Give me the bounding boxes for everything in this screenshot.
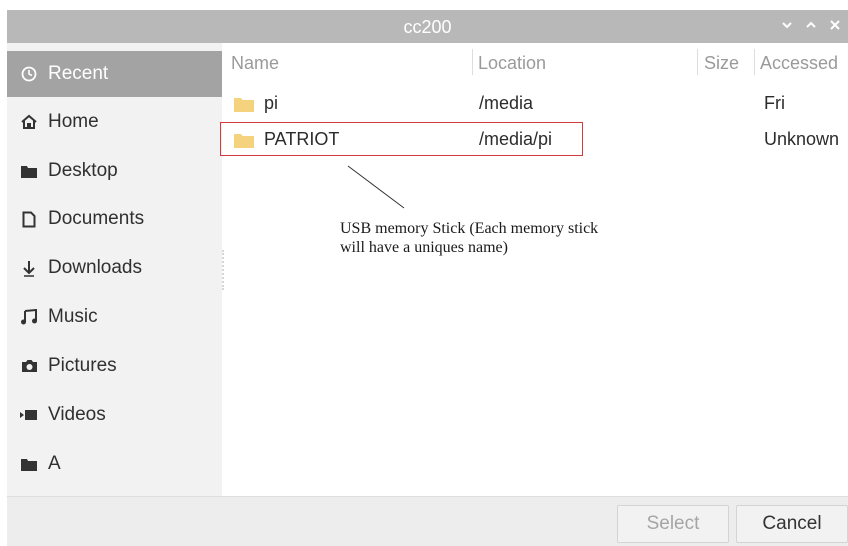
annotation-pointer-line — [347, 165, 405, 209]
file-accessed: Fri — [764, 93, 785, 113]
sidebar-item-label: Pictures — [48, 355, 117, 376]
sidebar-item-videos[interactable]: Videos — [7, 392, 222, 438]
column-header-location[interactable]: Location — [478, 53, 546, 74]
annotation-line: will have a uniques name) — [340, 239, 508, 256]
select-button[interactable]: Select — [617, 505, 729, 543]
download-icon — [20, 259, 38, 277]
column-divider — [754, 49, 755, 75]
sidebar-item-label: Home — [48, 111, 99, 132]
sidebar-item-recent[interactable]: Recent — [7, 51, 222, 97]
column-divider — [697, 49, 698, 75]
sidebar-item-music[interactable]: Music — [7, 294, 222, 340]
document-icon — [20, 210, 38, 228]
sidebar-item-label: A — [48, 453, 61, 474]
annotation-note: USB memory Stick (Each memory stick will… — [340, 219, 660, 257]
sidebar-item-pictures[interactable]: Pictures — [7, 343, 222, 389]
folder-icon — [20, 455, 38, 473]
sidebar-item-label: Desktop — [48, 160, 118, 181]
home-icon — [20, 113, 38, 131]
sidebar-item-documents[interactable]: Documents — [7, 196, 222, 242]
video-icon — [20, 406, 38, 424]
sidebar-item-label: Downloads — [48, 257, 142, 278]
folder-icon — [20, 162, 38, 180]
music-icon — [20, 308, 38, 326]
sidebar-item-label: Videos — [48, 404, 106, 425]
file-name: pi — [264, 93, 279, 113]
window-title: cc200 — [403, 17, 452, 37]
clock-icon — [20, 65, 38, 83]
sidebar-item-label: Documents — [48, 208, 145, 229]
column-header-size[interactable]: Size — [704, 53, 739, 74]
file-chooser-dialog: cc200 Recent Home Desktop Documents Down… — [7, 0, 848, 546]
column-header-accessed[interactable]: Accessed — [760, 53, 838, 74]
file-location: /media — [479, 93, 534, 113]
pane-resize-handle[interactable] — [222, 250, 226, 290]
sidebar-item-label: Recent — [48, 63, 109, 84]
column-divider — [472, 49, 473, 75]
sidebar-item-desktop[interactable]: Desktop — [7, 148, 222, 194]
annotation-highlight-box — [220, 122, 583, 156]
file-accessed: Unknown — [764, 129, 840, 149]
minimize-icon[interactable] — [779, 17, 795, 35]
camera-icon — [20, 357, 38, 375]
column-header-name[interactable]: Name — [231, 53, 279, 74]
maximize-icon[interactable] — [803, 17, 819, 35]
annotation-line: USB memory Stick (Each memory stick — [340, 220, 599, 237]
dialog-footer: Select Cancel — [7, 496, 848, 546]
column-header-row: Name Location Size Accessed — [222, 43, 848, 83]
table-row[interactable]: pi /media Fri — [229, 88, 848, 118]
folder-icon — [234, 96, 254, 112]
cancel-button[interactable]: Cancel — [736, 505, 848, 543]
sidebar-item-label: Music — [48, 306, 98, 327]
close-icon[interactable] — [827, 17, 843, 35]
title-bar[interactable]: cc200 — [7, 10, 848, 43]
sidebar-item-home[interactable]: Home — [7, 99, 222, 145]
places-sidebar: Recent Home Desktop Documents Downloads — [7, 43, 222, 496]
sidebar-item-downloads[interactable]: Downloads — [7, 245, 222, 291]
sidebar-item-a[interactable]: A — [7, 441, 222, 487]
